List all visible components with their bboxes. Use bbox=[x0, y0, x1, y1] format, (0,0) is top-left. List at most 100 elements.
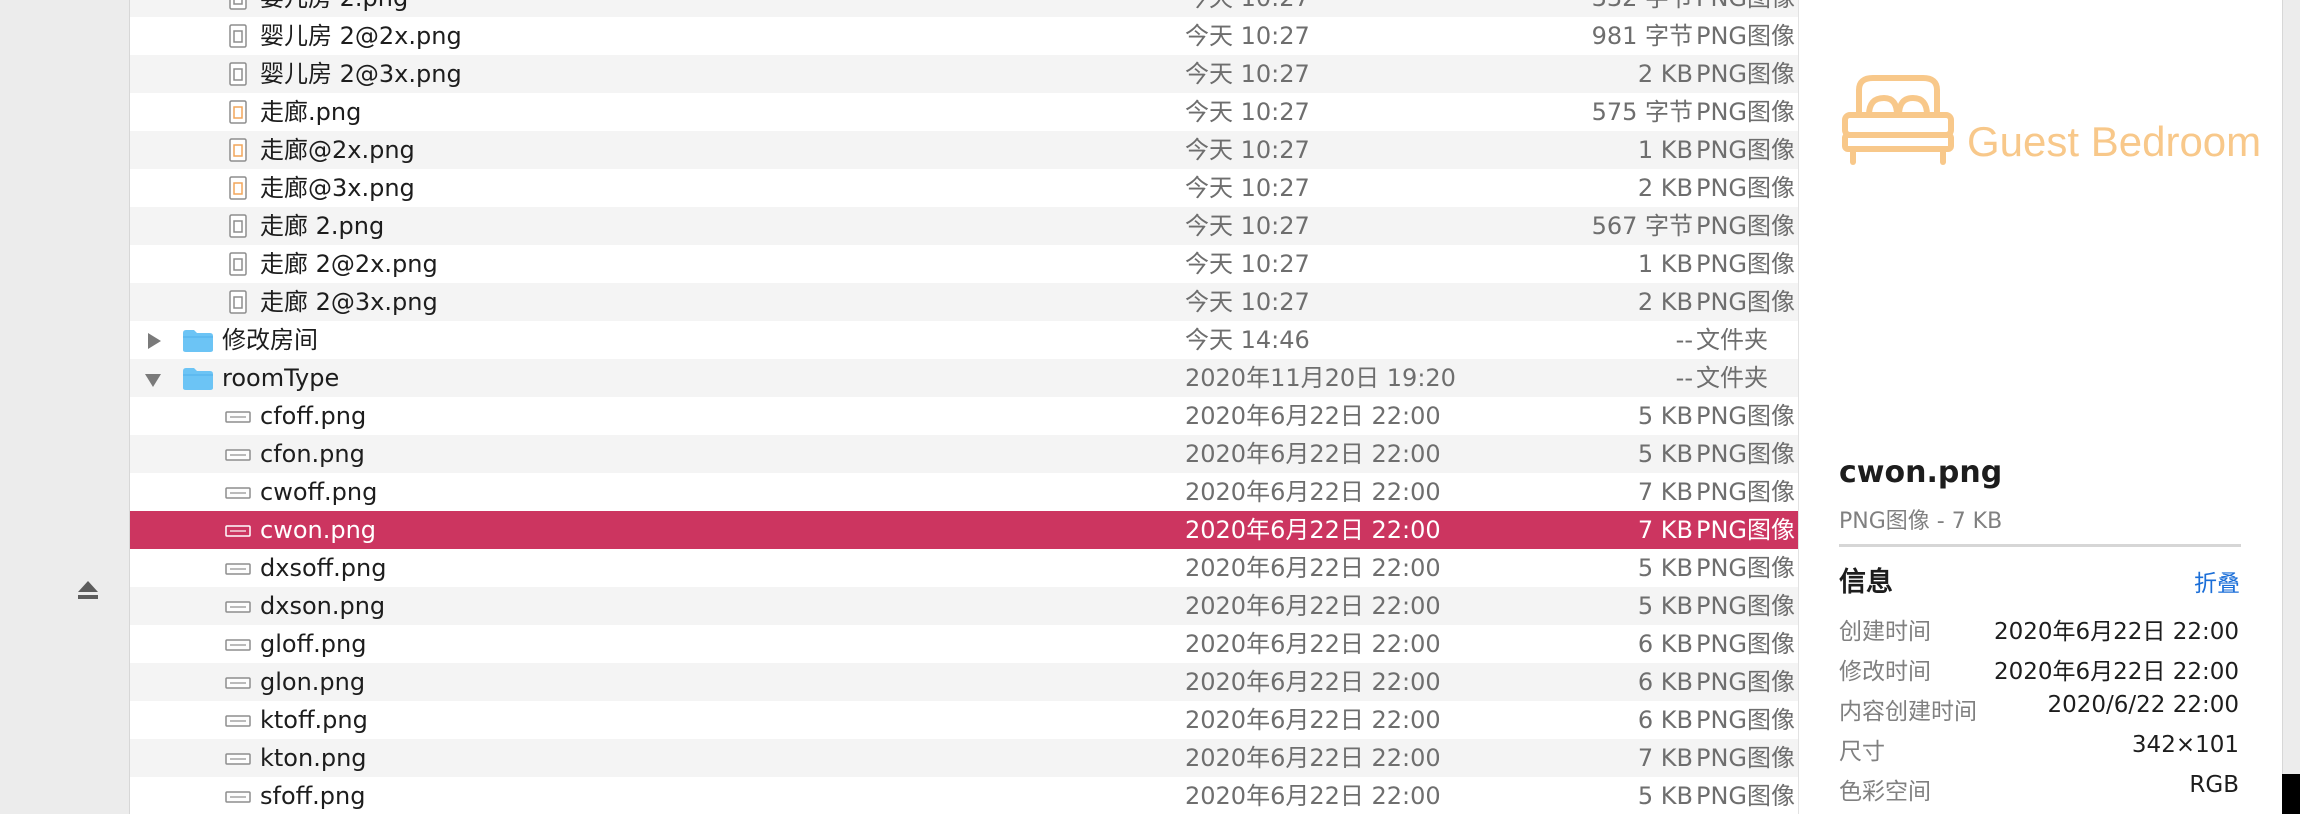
file-row[interactable]: cfoff.png 2020年6月22日 22:00 5 KB PNG图像 bbox=[130, 397, 1798, 435]
file-size: 5 KB bbox=[1637, 402, 1693, 430]
sidebar bbox=[0, 0, 130, 814]
file-row[interactable]: 走廊@2x.png 今天 10:27 1 KB PNG图像 bbox=[130, 131, 1798, 169]
info-label: 创建时间 bbox=[1839, 619, 1931, 645]
file-size: 7 KB bbox=[1637, 744, 1693, 772]
file-row[interactable]: glon.png 2020年6月22日 22:00 6 KB PNG图像 bbox=[130, 663, 1798, 701]
file-date: 今天 10:27 bbox=[1185, 136, 1310, 164]
file-date: 今天 10:27 bbox=[1185, 288, 1310, 316]
file-row[interactable]: 走廊.png 今天 10:27 575 字节 PNG图像 bbox=[130, 93, 1798, 131]
info-label: 内容创建时间 bbox=[1839, 699, 1977, 725]
info-section-title: 信息 bbox=[1839, 567, 1893, 598]
file-size: -- bbox=[1675, 364, 1693, 392]
file-row[interactable]: sfoff.png 2020年6月22日 22:00 5 KB PNG图像 bbox=[130, 777, 1798, 814]
file-kind: PNG图像 bbox=[1696, 402, 1796, 430]
collapse-link[interactable]: 折叠 bbox=[2194, 564, 2240, 598]
info-value: 2020年6月22日 22:00 bbox=[1993, 619, 2239, 645]
file-kind: 文件夹 bbox=[1696, 326, 1768, 354]
png-file-icon bbox=[229, 0, 247, 10]
file-size: 575 字节 bbox=[1591, 98, 1693, 126]
folder-row[interactable]: 修改房间 今天 14:46 -- 文件夹 bbox=[130, 321, 1798, 359]
png-file-icon bbox=[229, 138, 247, 162]
png-file-icon bbox=[229, 176, 247, 200]
file-row[interactable]: kton.png 2020年6月22日 22:00 7 KB PNG图像 bbox=[130, 739, 1798, 777]
file-row[interactable]: ktoff.png 2020年6月22日 22:00 6 KB PNG图像 bbox=[130, 701, 1798, 739]
png-file-icon bbox=[225, 715, 251, 727]
file-date: 2020年6月22日 22:00 bbox=[1185, 554, 1441, 582]
file-name: 走廊 2.png bbox=[260, 212, 385, 240]
file-row[interactable]: cwoff.png 2020年6月22日 22:00 7 KB PNG图像 bbox=[130, 473, 1798, 511]
file-name: cfoff.png bbox=[260, 402, 367, 430]
file-size: 2 KB bbox=[1637, 174, 1693, 202]
file-kind: PNG图像 bbox=[1696, 136, 1796, 164]
file-kind: PNG图像 bbox=[1696, 0, 1796, 17]
file-kind: PNG图像 bbox=[1696, 668, 1796, 696]
file-kind: PNG图像 bbox=[1696, 782, 1796, 810]
file-row[interactable]: 婴儿房 2.png 今天 10:27 332 字节PNG图像 bbox=[130, 0, 1798, 17]
file-name: dxsoff.png bbox=[260, 554, 387, 582]
file-row[interactable]: gloff.png 2020年6月22日 22:00 6 KB PNG图像 bbox=[130, 625, 1798, 663]
folder-row[interactable]: roomType 2020年11月20日 19:20 -- 文件夹 bbox=[130, 359, 1798, 397]
file-row[interactable]: cwon.png 2020年6月22日 22:00 7 KB PNG图像 bbox=[130, 511, 1798, 549]
file-size: 1 KB bbox=[1637, 136, 1693, 164]
file-kind: PNG图像 bbox=[1696, 516, 1796, 544]
file-name: roomType bbox=[222, 364, 340, 392]
file-row[interactable]: 婴儿房 2@3x.png 今天 10:27 2 KB PNG图像 bbox=[130, 55, 1798, 93]
file-kind: PNG图像 bbox=[1696, 440, 1796, 468]
png-file-icon bbox=[229, 214, 247, 238]
info-row: 创建时间 2020年6月22日 22:00 bbox=[1839, 612, 2239, 652]
file-row[interactable]: cfon.png 2020年6月22日 22:00 5 KB PNG图像 bbox=[130, 435, 1798, 473]
info-row: 色彩空间 RGB bbox=[1839, 772, 2239, 812]
file-size: 2 KB bbox=[1637, 288, 1693, 316]
file-size: 1 KB bbox=[1637, 250, 1693, 278]
file-kind: PNG图像 bbox=[1696, 60, 1796, 88]
file-kind: PNG图像 bbox=[1696, 554, 1796, 582]
file-size: 567 字节 bbox=[1591, 212, 1693, 240]
png-file-icon bbox=[229, 252, 247, 276]
file-kind: PNG图像 bbox=[1696, 744, 1796, 772]
disclosure-closed-icon[interactable] bbox=[148, 333, 161, 349]
info-row: 内容创建时间 2020/6/22 22:00 bbox=[1839, 692, 2239, 732]
bed-icon bbox=[1842, 75, 1954, 165]
file-date: 今天 10:27 bbox=[1185, 250, 1310, 278]
info-row: 修改时间 2020年6月22日 22:00 bbox=[1839, 652, 2239, 692]
file-name: 走廊@2x.png bbox=[260, 136, 415, 164]
file-row[interactable]: 走廊 2@2x.png 今天 10:27 1 KB PNG图像 bbox=[130, 245, 1798, 283]
preview-file-name: cwon.png bbox=[1839, 455, 2003, 490]
png-file-icon bbox=[225, 449, 251, 461]
file-name: 走廊 2@3x.png bbox=[260, 288, 438, 316]
png-file-icon bbox=[225, 487, 251, 499]
preview-pane: Guest Bedroom cwon.png PNG图像 - 7 KB 信息 折… bbox=[1798, 0, 2282, 814]
file-size: 2 KB bbox=[1637, 60, 1693, 88]
file-kind: PNG图像 bbox=[1696, 592, 1796, 620]
file-row[interactable]: 走廊 2.png 今天 10:27 567 字节 PNG图像 bbox=[130, 207, 1798, 245]
eject-icon[interactable] bbox=[76, 578, 100, 602]
file-date: 2020年6月22日 22:00 bbox=[1185, 630, 1441, 658]
file-name: ktoff.png bbox=[260, 706, 368, 734]
file-date: 今天 10:27 bbox=[1185, 212, 1310, 240]
file-name: 婴儿房 2@2x.png bbox=[260, 22, 462, 50]
file-date: 2020年11月20日 19:20 bbox=[1185, 364, 1456, 392]
file-date: 2020年6月22日 22:00 bbox=[1185, 440, 1441, 468]
file-name: cfon.png bbox=[260, 440, 365, 468]
folder-icon bbox=[183, 368, 213, 390]
file-size: 7 KB bbox=[1637, 516, 1693, 544]
file-row[interactable]: 婴儿房 2@2x.png 今天 10:27 981 字节 PNG图像 bbox=[130, 17, 1798, 55]
file-row[interactable]: dxsoff.png 2020年6月22日 22:00 5 KB PNG图像 bbox=[130, 549, 1798, 587]
png-file-icon bbox=[229, 290, 247, 314]
png-file-icon bbox=[229, 62, 247, 86]
disclosure-open-icon[interactable] bbox=[145, 374, 161, 387]
preview-thumbnail-text: Guest Bedroom bbox=[1967, 118, 2262, 165]
file-row[interactable]: 走廊@3x.png 今天 10:27 2 KB PNG图像 bbox=[130, 169, 1798, 207]
file-name: 婴儿房 2.png bbox=[260, 0, 408, 17]
file-size: 5 KB bbox=[1637, 592, 1693, 620]
png-file-icon bbox=[225, 411, 251, 423]
file-size: 6 KB bbox=[1637, 668, 1693, 696]
folder-icon bbox=[183, 330, 213, 352]
file-name: 走廊@3x.png bbox=[260, 174, 415, 202]
file-row[interactable]: dxson.png 2020年6月22日 22:00 5 KB PNG图像 bbox=[130, 587, 1798, 625]
file-row[interactable]: 走廊 2@3x.png 今天 10:27 2 KB PNG图像 bbox=[130, 283, 1798, 321]
info-value: RGB bbox=[2189, 772, 2239, 798]
file-name: cwon.png bbox=[260, 516, 377, 544]
file-kind: PNG图像 bbox=[1696, 250, 1796, 278]
info-row: 尺寸 342×101 bbox=[1839, 732, 2239, 772]
